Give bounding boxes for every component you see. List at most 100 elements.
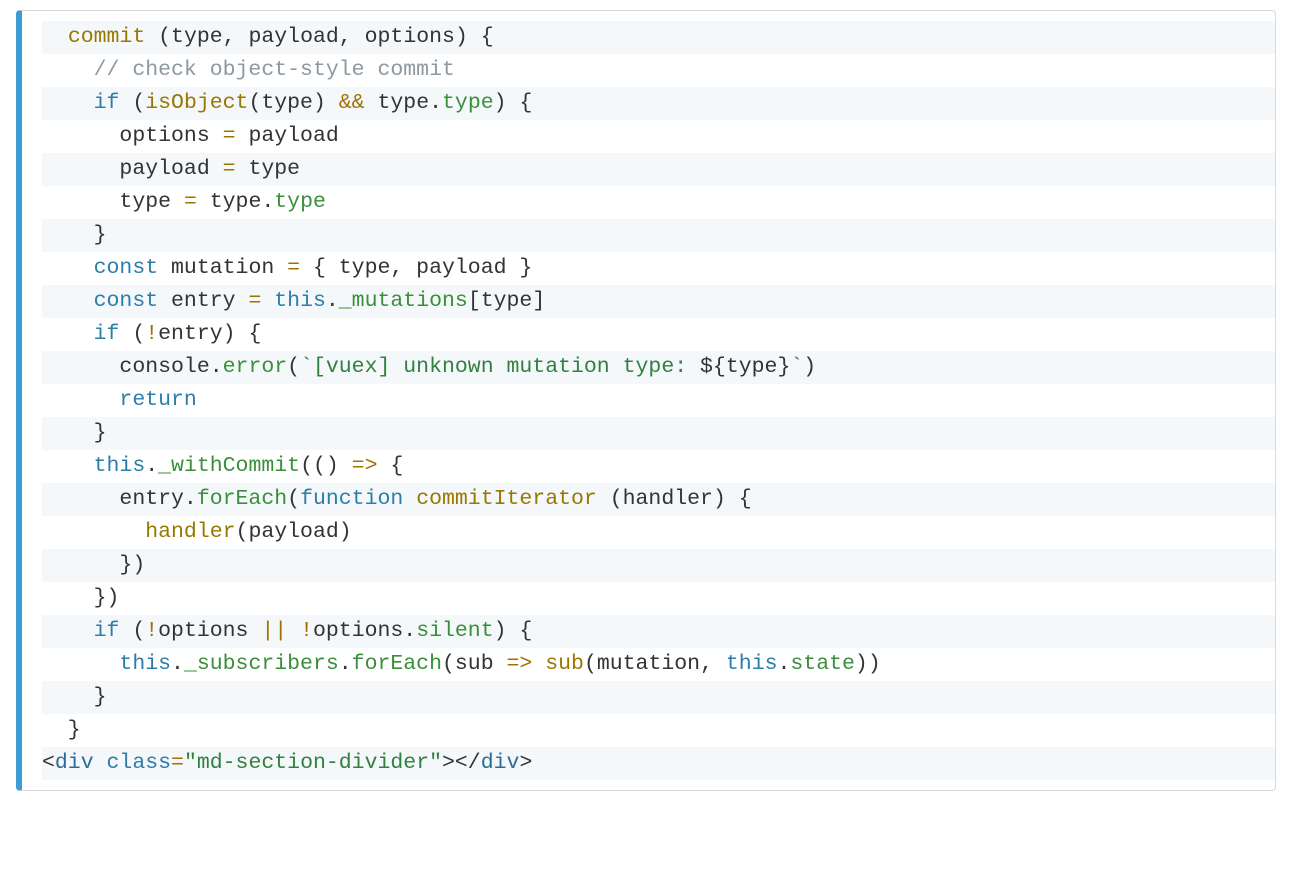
code-token — [42, 520, 145, 544]
code-block: commit ( type, payload, options ) { // che… — [16, 10, 1276, 791]
code-token: const — [94, 256, 159, 280]
code-token: this — [94, 454, 146, 478]
code-token: type — [274, 190, 326, 214]
code-line: handler(payload) — [42, 516, 1275, 549]
code-token — [42, 652, 119, 676]
code-token: ( — [287, 487, 300, 511]
code-token: ( — [119, 322, 145, 346]
code-token — [42, 619, 94, 643]
code-token: commitIterator — [416, 487, 597, 511]
code-line: const mutation = { type, payload } — [42, 252, 1275, 285]
code-token: ( — [287, 355, 300, 379]
code-token — [42, 91, 94, 115]
code-token: div — [481, 751, 520, 775]
code-token: options — [42, 124, 223, 148]
code-token: ! — [145, 322, 158, 346]
code-token: this — [274, 289, 326, 313]
code-token: state — [790, 652, 855, 676]
code-token: || — [261, 619, 287, 643]
code-token: = — [223, 157, 236, 181]
code-token — [42, 454, 94, 478]
code-token: }) — [42, 553, 145, 577]
code-token: return — [119, 388, 196, 412]
code-token: ! — [145, 619, 158, 643]
code-token — [261, 289, 274, 313]
code-token: const — [94, 289, 159, 313]
code-token: < — [42, 751, 55, 775]
code-token — [42, 388, 119, 412]
code-line: payload = type — [42, 153, 1275, 186]
code-token: (sub — [442, 652, 507, 676]
code-token: commit — [68, 25, 145, 49]
code-line: }) — [42, 549, 1275, 582]
code-token: payload — [248, 25, 338, 49]
code-token: => — [507, 652, 533, 676]
code-token: (type) — [248, 91, 338, 115]
code-token: = — [287, 256, 300, 280]
code-token: } — [42, 718, 81, 742]
code-token: ) — [803, 355, 816, 379]
code-token: "md-section-divider" — [184, 751, 442, 775]
code-token: console. — [42, 355, 223, 379]
code-token: options — [365, 25, 455, 49]
code-token: . — [326, 289, 339, 313]
code-token: payload — [42, 157, 223, 181]
code-token: (handler) { — [597, 487, 752, 511]
code-token: silent — [416, 619, 493, 643]
code-token: // check object-style commit — [94, 58, 455, 82]
code-line: options = payload — [42, 120, 1275, 153]
code-token: . — [171, 652, 184, 676]
code-token: }) — [42, 586, 119, 610]
code-token: = — [223, 124, 236, 148]
code-token: if — [94, 91, 120, 115]
code-token: type. — [365, 91, 442, 115]
code-line: return — [42, 384, 1275, 417]
code-line: if (!entry) { — [42, 318, 1275, 351]
code-token: } — [42, 223, 107, 247]
code-token: { type, payload } — [300, 256, 532, 280]
code-line: const entry = this._mutations[type] — [42, 285, 1275, 318]
code-line: entry.forEach(function commitIterator (h… — [42, 483, 1275, 516]
code-token: if — [94, 619, 120, 643]
code-token — [42, 58, 94, 82]
code-token: forEach — [197, 487, 287, 511]
code-line: // check object-style commit — [42, 54, 1275, 87]
code-line: }) — [42, 582, 1275, 615]
code-line: if (!options || !options.silent) { — [42, 615, 1275, 648]
code-token: ! — [300, 619, 313, 643]
code-token: type — [442, 91, 494, 115]
code-token: type. — [197, 190, 274, 214]
code-token: , — [223, 25, 249, 49]
code-line: type = type.type — [42, 186, 1275, 219]
code-token: => — [352, 454, 378, 478]
code-token — [94, 751, 107, 775]
code-line: } — [42, 417, 1275, 450]
code-token: type — [236, 157, 301, 181]
code-token: . — [145, 454, 158, 478]
code-token: , — [339, 25, 365, 49]
code-token: . — [778, 652, 791, 676]
code-line: console.error(`[vuex] unknown mutation t… — [42, 351, 1275, 384]
code-token: if — [94, 322, 120, 346]
code-token: ></ — [442, 751, 481, 775]
code-token: ( — [119, 619, 145, 643]
code-token: type — [171, 25, 223, 49]
code-token: (mutation, — [584, 652, 726, 676]
code-token: handler — [145, 520, 235, 544]
code-token: && — [339, 91, 365, 115]
code-token: _withCommit — [158, 454, 300, 478]
code-token: = — [184, 190, 197, 214]
code-token: sub — [545, 652, 584, 676]
code-token: payload — [236, 124, 339, 148]
code-line: } — [42, 714, 1275, 747]
code-token: options — [158, 619, 261, 643]
code-token: function — [300, 487, 403, 511]
code-token: this — [726, 652, 778, 676]
code-line: this._subscribers.forEach(sub => sub(mut… — [42, 648, 1275, 681]
code-token: entry. — [42, 487, 197, 511]
code-token: ) { — [494, 619, 533, 643]
code-token — [42, 322, 94, 346]
code-token: forEach — [352, 652, 442, 676]
code-token: } — [42, 421, 107, 445]
code-token — [42, 289, 94, 313]
